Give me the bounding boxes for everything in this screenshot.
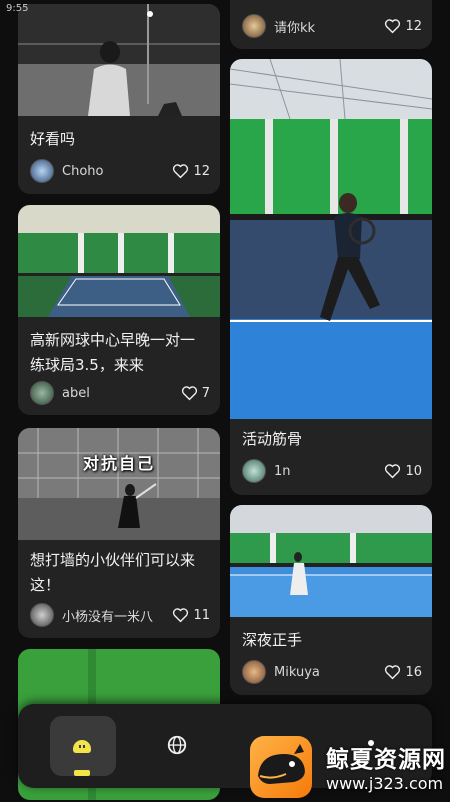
post-title: 深夜正手	[242, 631, 303, 649]
author-name[interactable]: Mikuya	[274, 665, 384, 680]
like-button[interactable]: 7	[181, 385, 210, 401]
like-button[interactable]: 12	[384, 18, 422, 34]
like-button[interactable]: 11	[172, 607, 210, 623]
watermark-name: 鲸夏资源网	[326, 747, 446, 773]
like-count: 11	[193, 607, 210, 623]
avatar[interactable]	[242, 660, 266, 684]
heart-outline-icon	[173, 608, 189, 623]
author-name[interactable]: Choho	[62, 164, 172, 179]
heart-outline-icon	[181, 386, 197, 401]
like-count: 12	[193, 163, 210, 179]
post-title: 活动筋骨	[242, 430, 303, 448]
post-meta: abel 7	[30, 381, 210, 405]
heart-outline-icon	[173, 164, 189, 179]
post-image	[18, 205, 220, 317]
post-meta: Mikuya 16	[242, 660, 422, 684]
post-meta: 请你kk 12	[242, 14, 422, 38]
post-image	[230, 505, 432, 617]
like-count: 7	[201, 385, 210, 401]
watermark: 鲸夏资源网 www.j323.com	[250, 736, 450, 800]
post-card[interactable]: 活动筋骨 1n 10	[230, 59, 432, 495]
avatar[interactable]	[30, 159, 54, 183]
like-count: 10	[405, 463, 422, 479]
post-meta: 小杨没有一米八 11	[30, 603, 210, 627]
post-card[interactable]: 高新网球中心早晚一对一练球局3.5，来来 abel 7	[18, 205, 220, 415]
author-name[interactable]: abel	[62, 386, 181, 401]
post-title: 好看吗	[30, 130, 76, 148]
like-count: 12	[405, 18, 422, 34]
avatar[interactable]	[30, 381, 54, 405]
avatar[interactable]	[242, 459, 266, 483]
post-image	[230, 59, 432, 419]
post-card[interactable]: 对抗自己 想打墙的小伙伴们可以来这！ 小杨没有一米八 11	[18, 428, 220, 638]
globe-icon	[167, 735, 187, 755]
post-card[interactable]: 好看吗 Choho 12	[18, 4, 220, 194]
post-card[interactable]: 请你kk 12	[230, 0, 432, 49]
post-title: 高新网球中心早晚一对一练球局3.5，来来	[30, 331, 196, 374]
nav-home-tab[interactable]	[50, 716, 116, 776]
post-image	[18, 428, 220, 540]
home-icon	[73, 740, 91, 753]
post-image	[18, 4, 220, 116]
like-button[interactable]: 10	[384, 463, 422, 479]
active-indicator	[74, 770, 90, 776]
avatar[interactable]	[242, 14, 266, 38]
post-meta: 1n 10	[242, 459, 422, 483]
heart-outline-icon	[385, 19, 401, 34]
author-name[interactable]: 小杨没有一米八	[62, 606, 172, 625]
post-title: 想打墙的小伙伴们可以来这！	[30, 551, 196, 594]
like-button[interactable]: 12	[172, 163, 210, 179]
whale-logo-icon	[250, 736, 312, 798]
author-name[interactable]: 1n	[274, 464, 384, 479]
like-count: 16	[405, 664, 422, 680]
author-name[interactable]: 请你kk	[274, 17, 384, 36]
avatar[interactable]	[30, 603, 54, 627]
like-button[interactable]: 16	[384, 664, 422, 680]
watermark-url: www.j323.com	[326, 774, 444, 793]
image-caption: 对抗自己	[82, 454, 155, 473]
post-meta: Choho 12	[30, 159, 210, 183]
nav-discover-tab[interactable]	[166, 734, 188, 756]
heart-outline-icon	[385, 464, 401, 479]
post-card[interactable]: 深夜正手 Mikuya 16	[230, 505, 432, 695]
status-time: 9:55	[6, 3, 29, 14]
heart-outline-icon	[385, 665, 401, 680]
